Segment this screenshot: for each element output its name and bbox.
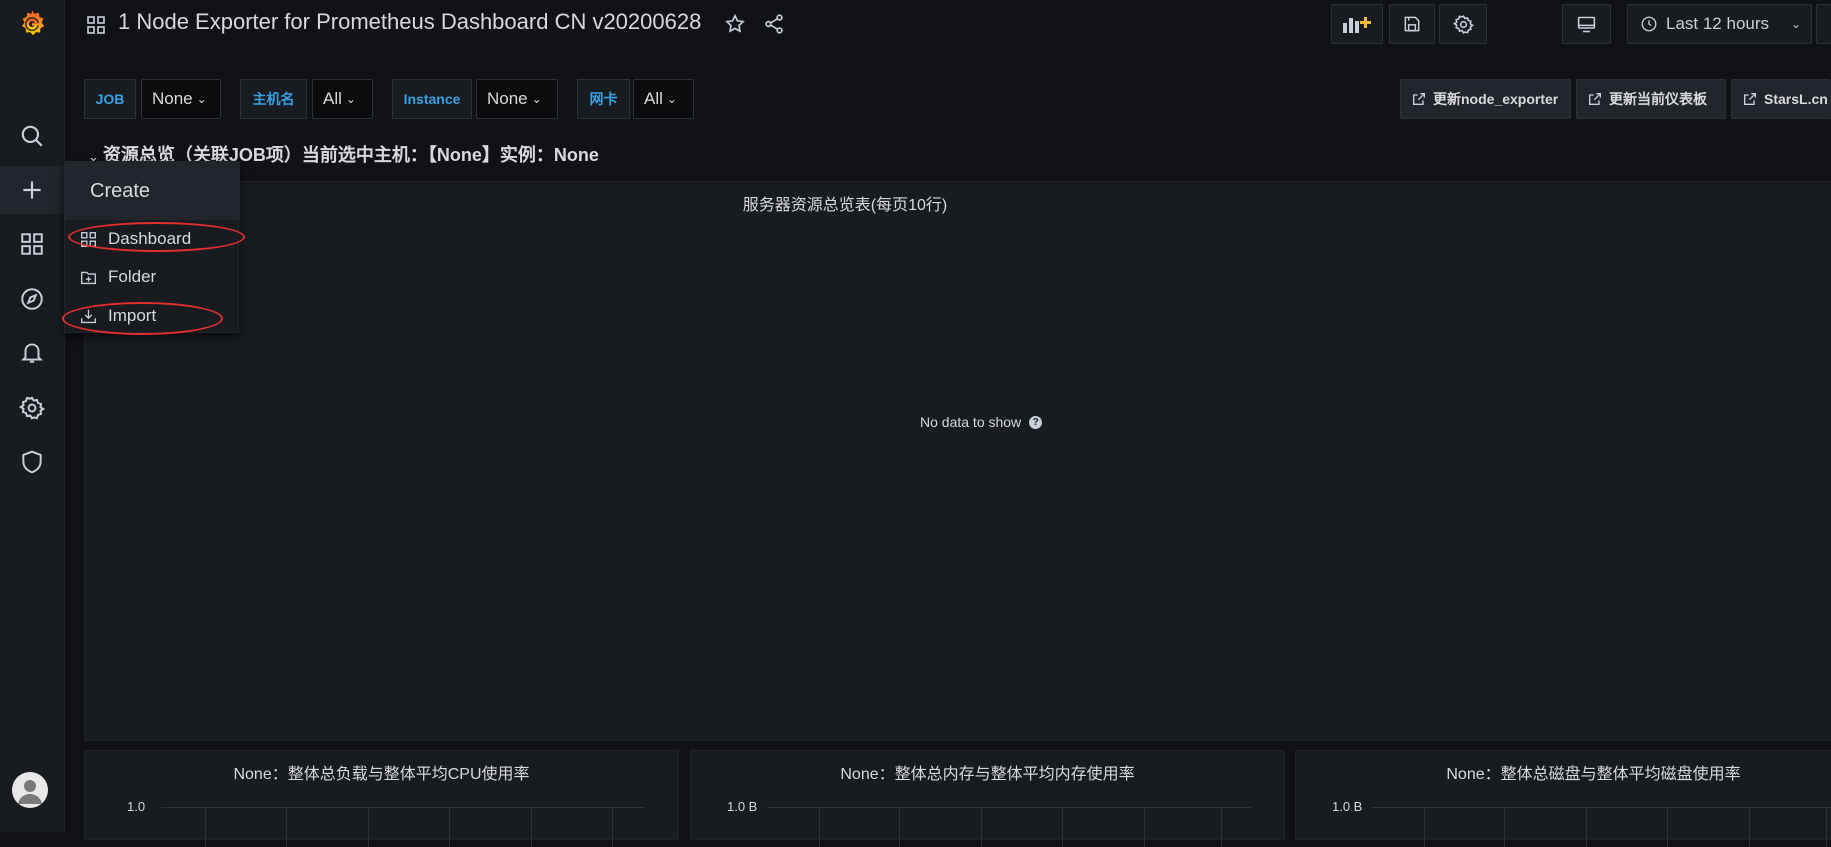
variable-select-nic[interactable]: All ⌄ <box>633 79 694 119</box>
chevron-down-icon: ⌄ <box>1790 17 1801 31</box>
link-label: 更新node_exporter <box>1433 91 1559 107</box>
variable-select-job[interactable]: None ⌄ <box>141 79 221 119</box>
gear-icon <box>1452 14 1474 34</box>
gridline <box>205 807 206 847</box>
time-range-picker[interactable]: Last 12 hours ⌄ <box>1627 4 1812 44</box>
gridline <box>449 807 450 847</box>
disk-panel: None：整体总磁盘与整体平均磁盘使用率 1.0 B <box>1295 750 1831 847</box>
variable-value-job: None <box>152 89 193 108</box>
link-label: StarsL.cn <box>1764 91 1828 107</box>
chevron-down-icon: ⌄ <box>531 92 542 106</box>
alerting-bell-icon[interactable] <box>0 328 64 376</box>
create-menu-item-dashboard[interactable]: Dashboard <box>65 222 240 256</box>
variable-label-instance: Instance <box>392 79 472 119</box>
resource-overview-table-panel: 服务器资源总览表(每页10行) <box>84 181 1831 741</box>
variable-value-nic: All <box>644 89 663 108</box>
cycle-view-mode-button[interactable] <box>1562 4 1611 44</box>
gridline <box>819 807 820 847</box>
clock-icon <box>1641 16 1657 32</box>
external-link-icon <box>1744 93 1756 105</box>
apps-icon <box>81 231 96 247</box>
zoom-out-button[interactable] <box>1816 4 1831 44</box>
configuration-gear-icon[interactable] <box>0 384 64 432</box>
gridline <box>767 807 1251 808</box>
gridline <box>1221 807 1222 847</box>
panel-title[interactable]: None：整体总负载与整体平均CPU使用率 <box>85 760 678 784</box>
add-panel-button[interactable] <box>1331 4 1383 44</box>
gridline <box>286 807 287 847</box>
external-link-icon <box>1589 93 1601 105</box>
cpu-load-panel: None：整体总负载与整体平均CPU使用率 1.0 <box>84 750 679 847</box>
create-menu-item-label: Folder <box>108 267 157 286</box>
gridline <box>1424 807 1425 847</box>
panel-title[interactable]: 服务器资源总览表(每页10行) <box>85 191 1605 215</box>
gridline <box>981 807 982 847</box>
help-icon[interactable]: ? <box>1029 415 1043 429</box>
link-starsl[interactable]: StarsL.cn <box>1731 79 1831 119</box>
save-icon <box>1404 16 1420 32</box>
variable-label-hostname: 主机名 <box>240 79 307 119</box>
monitor-icon <box>1577 16 1596 32</box>
gridline <box>899 807 900 847</box>
add-panel-icon <box>1343 17 1371 33</box>
gridline <box>1826 807 1827 847</box>
star-icon[interactable] <box>724 13 746 35</box>
variable-label-job: JOB <box>84 79 136 119</box>
create-menu-item-import[interactable]: Import <box>65 299 240 333</box>
explore-compass-icon[interactable] <box>0 275 64 323</box>
create-menu-item-folder[interactable]: Folder <box>65 260 240 294</box>
save-dashboard-button[interactable] <box>1389 4 1435 44</box>
grafana-logo-icon[interactable] <box>0 0 64 48</box>
create-menu-header[interactable]: Create <box>65 162 240 220</box>
gridline <box>1749 807 1750 847</box>
gridline <box>1062 807 1063 847</box>
panel-title[interactable]: None：整体总磁盘与整体平均磁盘使用率 <box>1296 760 1831 784</box>
link-update-node-exporter[interactable]: 更新node_exporter <box>1400 79 1571 119</box>
folder-plus-icon <box>81 271 96 284</box>
gridline <box>1372 807 1831 808</box>
chevron-down-icon: ⌄ <box>345 92 356 106</box>
create-menu-item-label: Import <box>108 306 157 325</box>
create-plus-icon[interactable] <box>0 166 64 214</box>
dashboards-icon[interactable] <box>0 220 64 268</box>
variable-select-hostname[interactable]: All ⌄ <box>312 79 373 119</box>
link-label: 更新当前仪表板 <box>1609 91 1707 107</box>
gridline <box>1504 807 1505 847</box>
gridline <box>1144 807 1145 847</box>
share-icon[interactable] <box>763 13 785 35</box>
no-data-text: No data to show <box>920 414 1022 430</box>
gridline <box>368 807 369 847</box>
memory-panel: None：整体总内存与整体平均内存使用率 1.0 B <box>690 750 1285 847</box>
search-icon[interactable] <box>0 112 64 160</box>
gridline <box>1667 807 1668 847</box>
no-data-message: No data to show ? <box>920 414 1043 430</box>
external-link-icon <box>1413 93 1425 105</box>
server-admin-shield-icon[interactable] <box>0 438 64 486</box>
gridline <box>1586 807 1587 847</box>
gridline <box>161 807 645 808</box>
user-avatar[interactable] <box>12 772 48 808</box>
y-axis-tick: 1.0 B <box>1332 799 1363 814</box>
chevron-down-icon: ⌄ <box>196 92 207 106</box>
variable-select-instance[interactable]: None ⌄ <box>476 79 558 119</box>
y-axis-tick: 1.0 <box>127 799 146 814</box>
dashboard-title[interactable]: 1 Node Exporter for Prometheus Dashboard… <box>118 9 701 35</box>
create-menu: Create Dashboard Folder Import <box>64 161 240 333</box>
chevron-down-icon: ⌄ <box>666 92 677 106</box>
link-update-dashboard[interactable]: 更新当前仪表板 <box>1576 79 1726 119</box>
variable-label-nic: 网卡 <box>577 79 630 119</box>
gridline <box>531 807 532 847</box>
variable-value-hostname: All <box>323 89 342 108</box>
dashboard-navbar: 1 Node Exporter for Prometheus Dashboard… <box>64 0 1831 48</box>
panel-title[interactable]: None：整体总内存与整体平均内存使用率 <box>691 760 1284 784</box>
gridline <box>612 807 613 847</box>
variable-value-instance: None <box>487 89 528 108</box>
time-range-label: Last 12 hours <box>1666 14 1770 33</box>
create-menu-item-label: Dashboard <box>108 229 192 248</box>
dashboard-settings-button[interactable] <box>1439 4 1487 44</box>
dashboard-grid-icon <box>86 15 106 35</box>
sidebar <box>0 0 65 832</box>
import-icon <box>81 309 96 323</box>
y-axis-tick: 1.0 B <box>727 799 758 814</box>
